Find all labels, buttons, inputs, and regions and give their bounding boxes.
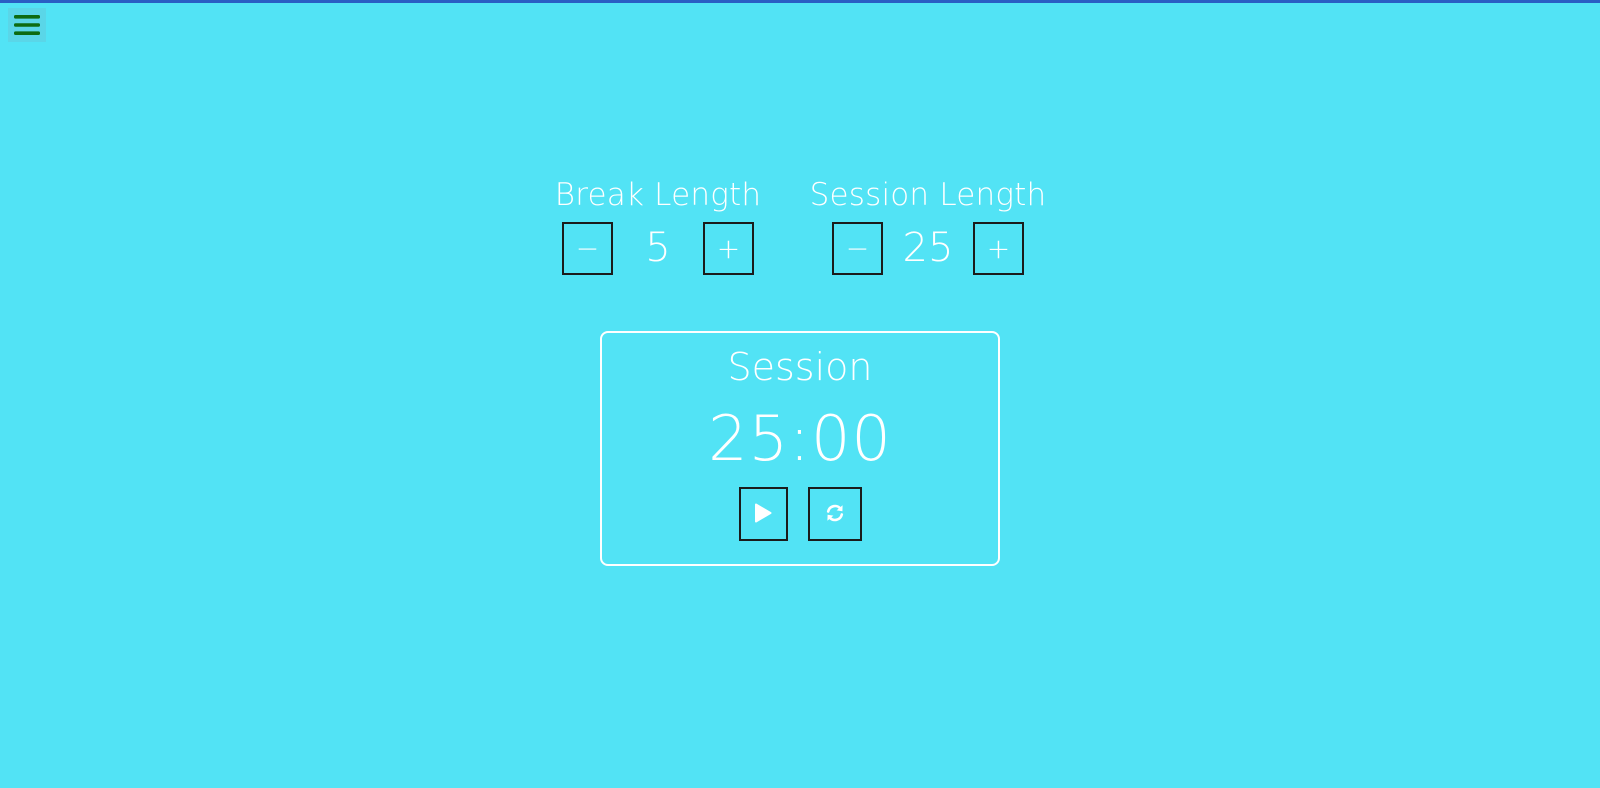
timer-display: 25:00 <box>708 402 892 475</box>
hamburger-menu-icon <box>14 14 40 36</box>
session-length-value: 25 <box>902 225 954 271</box>
break-length-label: Break Length <box>554 177 762 213</box>
reset-button[interactable] <box>807 487 862 541</box>
session-length-control: Session Length − 25 + <box>798 172 1058 275</box>
break-decrement-button[interactable]: − <box>562 222 613 275</box>
timer-label: Session <box>727 345 873 389</box>
play-button[interactable] <box>738 487 788 541</box>
session-decrement-button[interactable]: − <box>832 222 883 275</box>
break-increment-button[interactable]: + <box>703 222 754 275</box>
session-increment-button[interactable]: + <box>973 222 1024 275</box>
session-length-row: − 25 + <box>798 222 1058 275</box>
break-length-row: − 5 + <box>548 222 768 275</box>
refresh-icon <box>825 503 845 526</box>
play-icon <box>754 503 772 526</box>
break-length-value: 5 <box>645 225 671 271</box>
menu-button[interactable] <box>8 8 46 42</box>
timer-panel: Session 25:00 <box>600 331 1000 566</box>
timer-controls <box>602 487 998 541</box>
top-accent-bar <box>0 0 1600 3</box>
session-length-label: Session Length <box>809 177 1047 213</box>
break-length-control: Break Length − 5 + <box>548 172 768 275</box>
